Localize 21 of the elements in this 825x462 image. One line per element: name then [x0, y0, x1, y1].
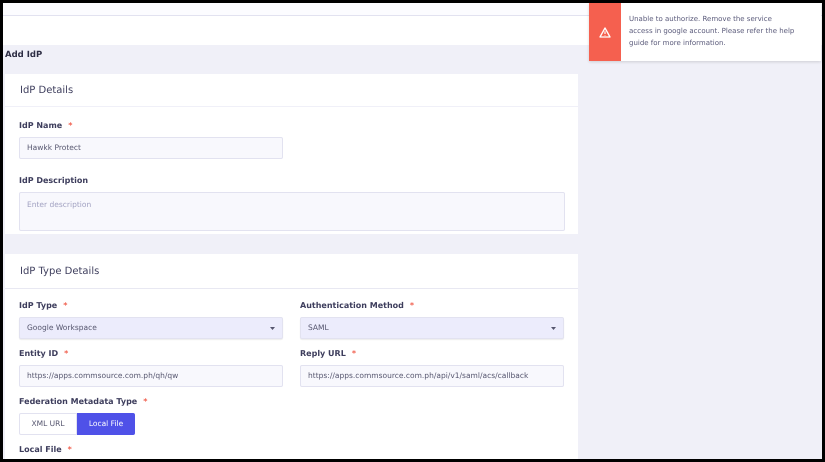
caret-icon [270, 326, 275, 330]
field-label: Authentication Method [300, 300, 404, 312]
required-mark: * [352, 348, 356, 360]
field-label: Federation Metadata Type [19, 396, 138, 408]
page-title: Add IdP [4, 49, 44, 62]
required-mark: * [410, 300, 414, 312]
field-label: Local File [19, 444, 62, 456]
field-label: Entity ID [19, 348, 58, 360]
required-mark: * [143, 396, 148, 408]
warning-icon [599, 26, 611, 38]
field-label: IdP Name [19, 120, 62, 132]
required-mark: * [68, 444, 72, 456]
required-mark: * [63, 300, 68, 312]
field-label: IdP Description [19, 175, 88, 187]
required-mark: * [64, 348, 68, 360]
required-mark: * [68, 120, 72, 132]
card-title: IdP Details [20, 84, 74, 98]
field-label: Reply URL [300, 348, 346, 360]
field-label: IdP Type [19, 300, 58, 312]
caret-icon [551, 326, 556, 330]
card-title: IdP Type Details [20, 264, 100, 278]
